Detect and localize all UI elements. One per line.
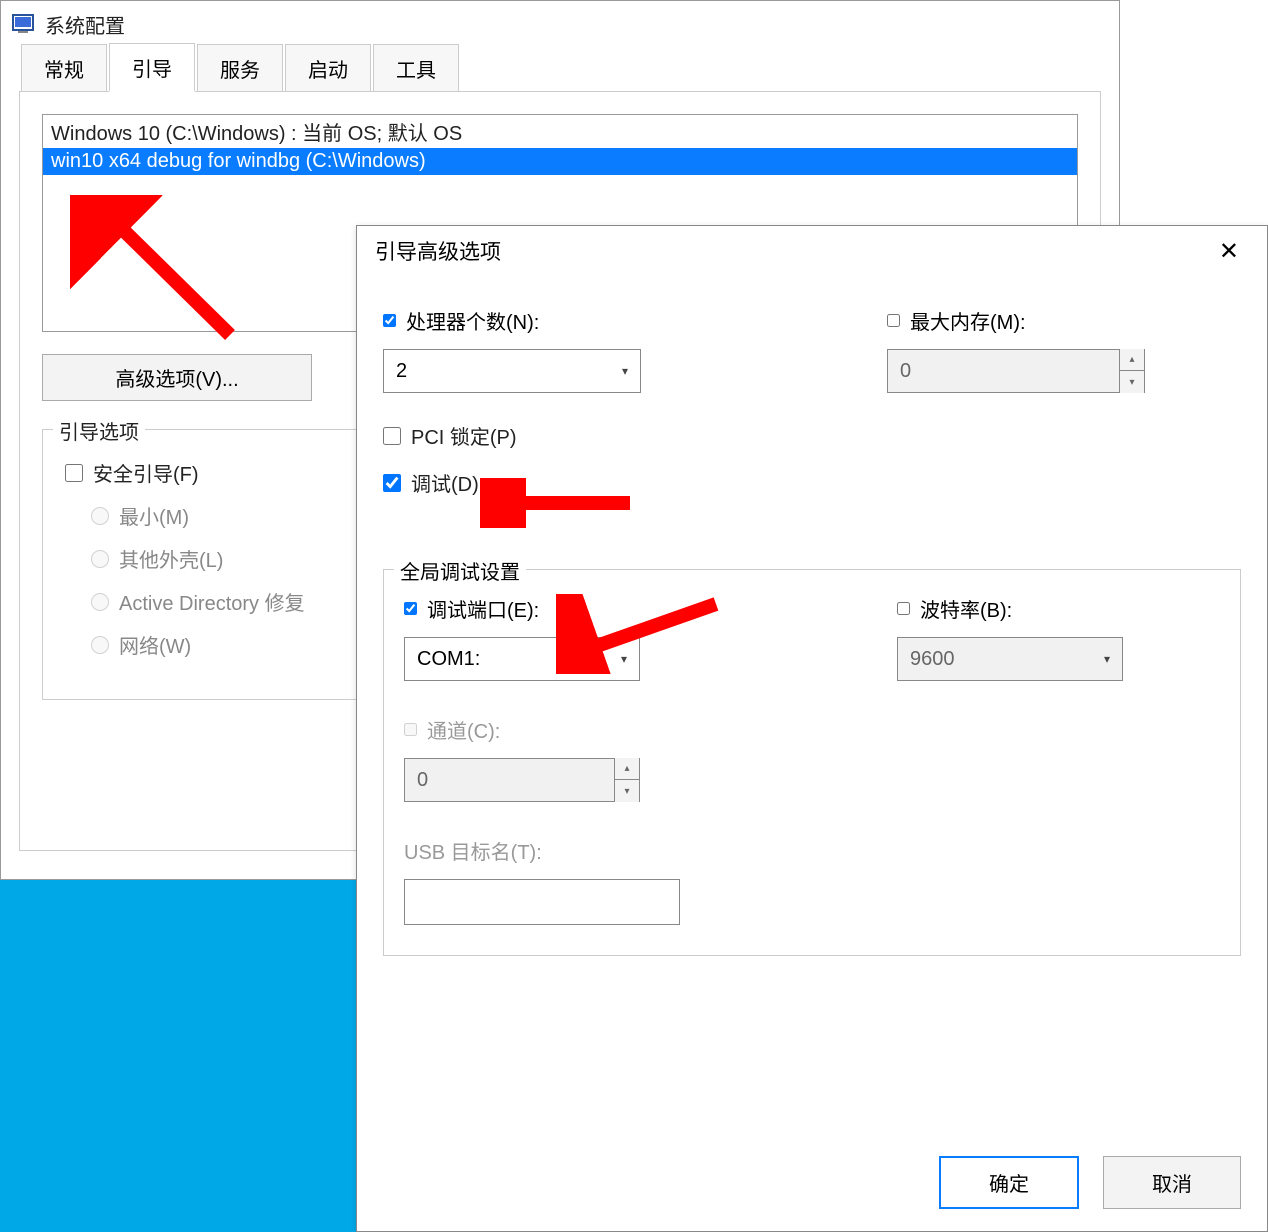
safe-boot-checkbox[interactable]: 安全引导(F) [65, 458, 379, 487]
global-debug-settings-group: 全局调试设置 调试端口(E): COM1: ▾ 波特率(B): [383, 569, 1241, 956]
boot-entry-1[interactable]: win10 x64 debug for windbg (C:\Windows) [43, 148, 1077, 175]
channel-input: 0 ▴ ▾ [404, 758, 640, 802]
debug-checkbox[interactable]: 调试(D) [383, 468, 1241, 497]
ok-button[interactable]: 确定 [939, 1156, 1079, 1209]
debug-port-checkbox[interactable]: 调试端口(E): [404, 594, 727, 623]
usb-target-input [404, 879, 680, 925]
desktop-background [0, 880, 360, 1232]
num-processors-checkbox[interactable]: 处理器个数(N): [383, 306, 737, 335]
baud-rate-check[interactable] [897, 602, 910, 615]
dialog-titlebar: 引导高级选项 ✕ [357, 226, 1267, 276]
spin-down-icon[interactable]: ▾ [1120, 371, 1144, 393]
spin-down-icon[interactable]: ▾ [615, 780, 639, 802]
debug-check[interactable] [383, 474, 401, 492]
tab-tools[interactable]: 工具 [373, 44, 459, 91]
baud-rate-select: 9600 ▾ [897, 637, 1123, 681]
num-processors-check[interactable] [383, 314, 396, 327]
window-title: 系统配置 [45, 10, 125, 39]
spinner: ▴ ▾ [1119, 349, 1144, 393]
close-button[interactable]: ✕ [1209, 233, 1249, 270]
chevron-down-icon: ▾ [622, 364, 628, 378]
tab-boot[interactable]: 引导 [109, 43, 195, 92]
cancel-button[interactable]: 取消 [1103, 1156, 1241, 1209]
chevron-down-icon: ▾ [621, 652, 627, 666]
pci-lock-checkbox[interactable]: PCI 锁定(P) [383, 421, 1241, 450]
debug-port-check[interactable] [404, 602, 417, 615]
boot-advanced-options-dialog: 引导高级选项 ✕ 处理器个数(N): 2 ▾ 最大内存(M): [356, 225, 1268, 1232]
max-memory-check[interactable] [887, 314, 900, 327]
radio-network[interactable]: 网络(W) [91, 630, 379, 659]
pci-lock-check[interactable] [383, 427, 401, 445]
channel-check [404, 723, 417, 736]
usb-target-label: USB 目标名(T): [404, 836, 1220, 865]
spinner: ▴ ▾ [614, 758, 639, 802]
advanced-options-button[interactable]: 高级选项(V)... [42, 354, 312, 401]
boot-options-group: 引导选项 安全引导(F) 最小(M) 其他外壳(L) Active Direct… [42, 429, 402, 700]
num-processors-select[interactable]: 2 ▾ [383, 349, 641, 393]
dialog-footer: 确定 取消 [939, 1156, 1241, 1209]
debug-port-select[interactable]: COM1: ▾ [404, 637, 640, 681]
radio-altshell[interactable]: 其他外壳(L) [91, 544, 379, 573]
safe-boot-check[interactable] [65, 464, 83, 482]
titlebar: 系统配置 [1, 1, 1119, 47]
baud-rate-checkbox[interactable]: 波特率(B): [897, 594, 1220, 623]
radio-adrepair[interactable]: Active Directory 修复 [91, 587, 379, 616]
max-memory-checkbox[interactable]: 最大内存(M): [887, 306, 1241, 335]
spin-up-icon[interactable]: ▴ [1120, 349, 1144, 371]
dialog-title: 引导高级选项 [375, 236, 501, 266]
channel-checkbox: 通道(C): [404, 715, 1220, 744]
global-debug-legend: 全局调试设置 [394, 556, 526, 585]
radio-minimal[interactable]: 最小(M) [91, 501, 379, 530]
max-memory-input: 0 ▴ ▾ [887, 349, 1145, 393]
chevron-down-icon: ▾ [1104, 652, 1110, 666]
boot-entry-0[interactable]: Windows 10 (C:\Windows) : 当前 OS; 默认 OS [43, 115, 1077, 148]
dialog-body: 处理器个数(N): 2 ▾ 最大内存(M): 0 ▴ ▾ [357, 276, 1267, 976]
tab-startup[interactable]: 启动 [285, 44, 371, 91]
tab-bar: 常规 引导 服务 启动 工具 [1, 47, 1119, 91]
boot-options-legend: 引导选项 [53, 416, 145, 445]
tab-services[interactable]: 服务 [197, 44, 283, 91]
app-icon [11, 12, 35, 36]
tab-general[interactable]: 常规 [21, 44, 107, 91]
spin-up-icon[interactable]: ▴ [615, 758, 639, 780]
